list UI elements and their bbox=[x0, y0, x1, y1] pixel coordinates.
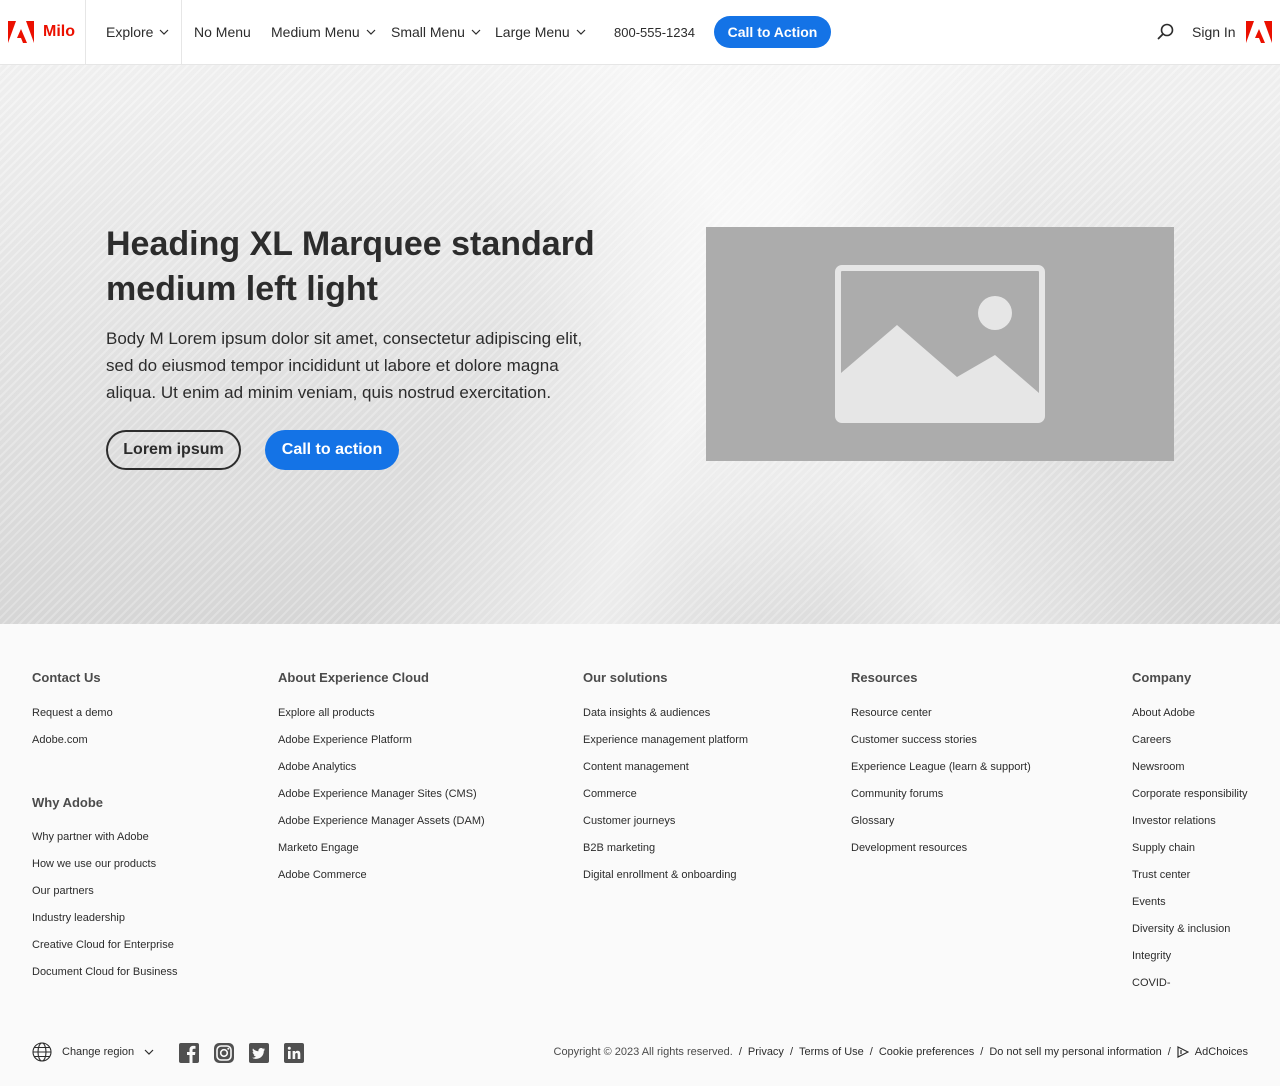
brand-name: Milo bbox=[43, 23, 75, 40]
adobe-logo-icon bbox=[8, 21, 34, 43]
chevron-down-icon bbox=[160, 29, 169, 35]
brand-link[interactable]: Milo bbox=[0, 0, 86, 64]
phone-link[interactable]: 800-555-1234 bbox=[614, 0, 695, 64]
nav-item-medium-menu[interactable]: Medium Menu bbox=[271, 0, 376, 64]
globe-icon bbox=[32, 1042, 52, 1062]
call-to-action-button[interactable]: Call to Action bbox=[714, 16, 831, 48]
footer-link[interactable]: Explore all products bbox=[278, 707, 375, 719]
legal-links: Copyright © 2023 All rights reserved. / … bbox=[554, 1046, 1249, 1058]
change-region-button[interactable]: Change region bbox=[32, 1042, 154, 1062]
footer-heading: Why Adobe bbox=[32, 795, 104, 810]
marquee-image-placeholder bbox=[706, 227, 1174, 461]
change-region-label: Change region bbox=[62, 1046, 135, 1058]
footer-link[interactable]: Adobe Experience Manager Assets (DAM) bbox=[278, 815, 485, 827]
footer-link[interactable]: Supply chain bbox=[1132, 842, 1195, 854]
footer-link[interactable]: Experience League (learn & support) bbox=[851, 761, 1031, 773]
explore-label: Explore bbox=[106, 24, 154, 40]
chevron-down-icon bbox=[144, 1049, 154, 1055]
footer-link[interactable]: Corporate responsibility bbox=[1132, 788, 1248, 800]
facebook-icon[interactable] bbox=[179, 1043, 199, 1063]
footer: Contact Us Request a demo Adobe.com Why … bbox=[0, 624, 1280, 1086]
footer-link[interactable]: Content management bbox=[583, 761, 689, 773]
footer-link[interactable]: Glossary bbox=[851, 815, 894, 827]
footer-link[interactable]: Careers bbox=[1132, 734, 1171, 746]
footer-heading: Our solutions bbox=[583, 670, 668, 685]
marquee-heading: Heading XL Marquee standard medium left … bbox=[106, 225, 595, 308]
footer-link[interactable]: Document Cloud for Business bbox=[32, 966, 178, 978]
marquee-hero: Heading XL Marquee standard medium left … bbox=[0, 65, 1280, 624]
footer-link[interactable]: Development resources bbox=[851, 842, 967, 854]
linkedin-icon[interactable] bbox=[284, 1043, 304, 1063]
footer-link[interactable]: Adobe Commerce bbox=[278, 869, 367, 881]
global-nav: Milo Explore No Menu Medium Menu Small M… bbox=[0, 0, 1280, 65]
footer-heading: About Experience Cloud bbox=[278, 670, 429, 685]
footer-link[interactable]: Adobe.com bbox=[32, 734, 88, 746]
nav-item-label: Small Menu bbox=[391, 24, 465, 40]
footer-link[interactable]: COVID- bbox=[1132, 977, 1171, 989]
adchoices-icon[interactable] bbox=[1177, 1046, 1189, 1058]
footer-link[interactable]: About Adobe bbox=[1132, 707, 1195, 719]
footer-heading: Company bbox=[1132, 670, 1192, 685]
chevron-down-icon bbox=[471, 29, 481, 35]
footer-link[interactable]: Marketo Engage bbox=[278, 842, 359, 854]
footer-link[interactable]: Customer journeys bbox=[583, 815, 675, 827]
footer-link[interactable]: Adobe Experience Platform bbox=[278, 734, 412, 746]
nav-item-small-menu[interactable]: Small Menu bbox=[391, 0, 481, 64]
copyright-text: Copyright © 2023 All rights reserved. bbox=[553, 1046, 733, 1058]
footer-link[interactable]: Customer success stories bbox=[851, 734, 977, 746]
separator: / bbox=[1167, 1046, 1171, 1058]
image-placeholder-icon bbox=[835, 265, 1045, 423]
footer-link[interactable]: Investor relations bbox=[1132, 815, 1216, 827]
footer-link[interactable]: Trust center bbox=[1132, 869, 1190, 881]
twitter-icon[interactable] bbox=[249, 1043, 269, 1063]
footer-link[interactable]: Community forums bbox=[851, 788, 943, 800]
adobe-logo-icon[interactable] bbox=[1246, 20, 1272, 44]
secondary-button[interactable]: Lorem ipsum bbox=[106, 430, 241, 470]
footer-link[interactable]: B2B marketing bbox=[583, 842, 655, 854]
footer-link[interactable]: Experience management platform bbox=[583, 734, 748, 746]
nav-item-label: No Menu bbox=[194, 24, 251, 40]
footer-link[interactable]: Data insights & audiences bbox=[583, 707, 710, 719]
chevron-down-icon bbox=[366, 29, 376, 35]
footer-link[interactable]: Why partner with Adobe bbox=[32, 831, 149, 843]
footer-link[interactable]: Integrity bbox=[1132, 950, 1171, 962]
do-not-sell-link[interactable]: Do not sell my personal information bbox=[989, 1046, 1161, 1058]
instagram-icon[interactable] bbox=[214, 1043, 234, 1063]
footer-link[interactable]: Request a demo bbox=[32, 707, 113, 719]
nav-item-label: Medium Menu bbox=[271, 24, 360, 40]
footer-link[interactable]: Industry leadership bbox=[32, 912, 125, 924]
nav-item-label: Large Menu bbox=[495, 24, 570, 40]
separator: / bbox=[869, 1046, 873, 1058]
adchoices-link[interactable]: AdChoices bbox=[1195, 1046, 1248, 1058]
footer-link[interactable]: Adobe Experience Manager Sites (CMS) bbox=[278, 788, 477, 800]
chevron-down-icon bbox=[576, 29, 586, 35]
cookie-preferences-link[interactable]: Cookie preferences bbox=[879, 1046, 974, 1058]
footer-heading: Contact Us bbox=[32, 670, 101, 685]
footer-link[interactable]: Adobe Analytics bbox=[278, 761, 356, 773]
sign-in-link[interactable]: Sign In bbox=[1192, 0, 1236, 64]
footer-link[interactable]: Creative Cloud for Enterprise bbox=[32, 939, 174, 951]
nav-item-no-menu[interactable]: No Menu bbox=[194, 0, 251, 64]
footer-link[interactable]: Commerce bbox=[583, 788, 637, 800]
marquee-body: Body M Lorem ipsum dolor sit amet, conse… bbox=[106, 329, 583, 402]
privacy-link[interactable]: Privacy bbox=[748, 1046, 784, 1058]
footer-link[interactable]: Digital enrollment & onboarding bbox=[583, 869, 736, 881]
footer-link[interactable]: Diversity & inclusion bbox=[1132, 923, 1230, 935]
footer-heading: Resources bbox=[851, 670, 918, 685]
footer-link[interactable]: Resource center bbox=[851, 707, 932, 719]
terms-link[interactable]: Terms of Use bbox=[799, 1046, 864, 1058]
footer-link[interactable]: How we use our products bbox=[32, 858, 156, 870]
separator: / bbox=[738, 1046, 742, 1058]
footer-link[interactable]: Our partners bbox=[32, 885, 94, 897]
phone-number: 800-555-1234 bbox=[614, 24, 695, 40]
separator: / bbox=[980, 1046, 984, 1058]
search-icon[interactable] bbox=[1157, 23, 1175, 41]
explore-menu[interactable]: Explore bbox=[86, 0, 182, 64]
nav-item-large-menu[interactable]: Large Menu bbox=[495, 0, 586, 64]
primary-cta-button[interactable]: Call to action bbox=[265, 430, 399, 470]
footer-link[interactable]: Events bbox=[1132, 896, 1166, 908]
separator: / bbox=[789, 1046, 793, 1058]
footer-bottom-bar: Change region Copyright © 2023 All right… bbox=[0, 1036, 1280, 1066]
footer-link[interactable]: Newsroom bbox=[1132, 761, 1185, 773]
